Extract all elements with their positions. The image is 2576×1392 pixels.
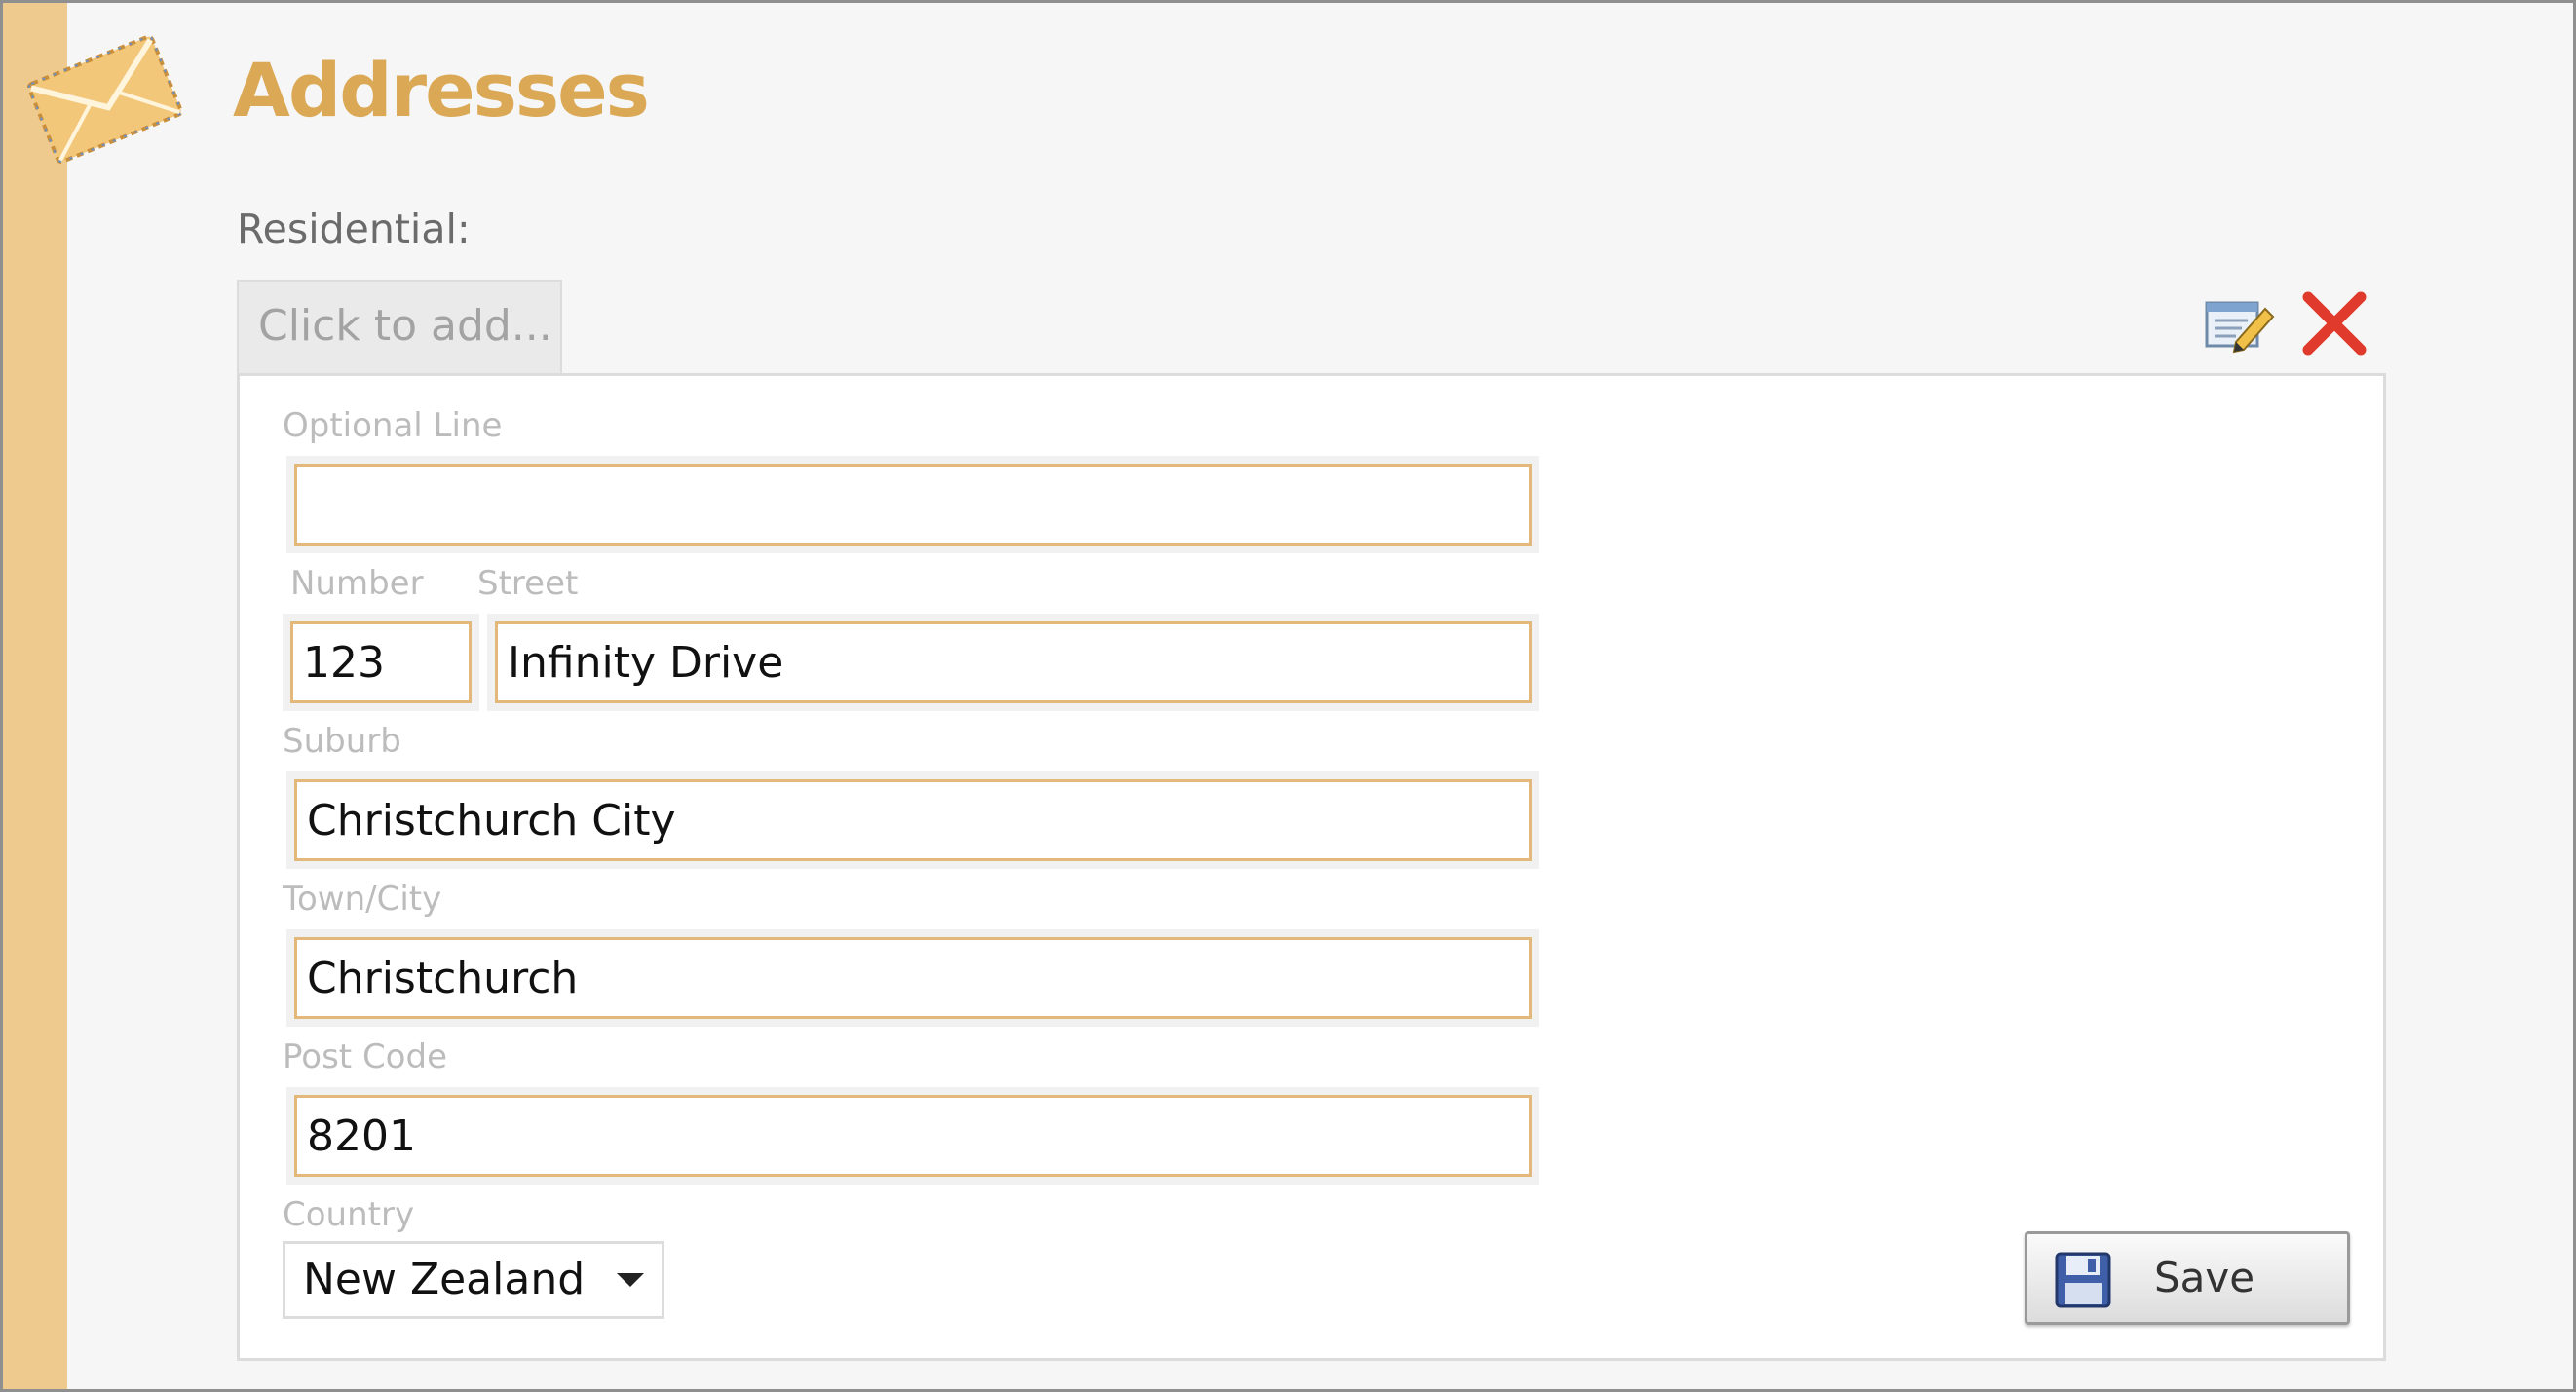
optional-line-field-wrap <box>286 456 1539 553</box>
number-label: Number <box>290 564 424 603</box>
number-input[interactable] <box>290 621 472 703</box>
envelope-icon <box>26 34 183 164</box>
country-label: Country <box>283 1195 415 1234</box>
save-label: Save <box>2154 1254 2255 1301</box>
street-field-wrap <box>487 614 1539 711</box>
street-input[interactable] <box>495 621 1532 703</box>
town-city-input[interactable] <box>294 937 1532 1019</box>
click-to-add-tab[interactable]: Click to add... <box>237 280 562 373</box>
address-form-panel: Optional Line Number Street Suburb Town/… <box>237 373 2386 1361</box>
left-accent-stripe <box>3 3 67 1389</box>
edit-icon[interactable] <box>2203 291 2277 359</box>
delete-icon[interactable] <box>2298 287 2370 359</box>
number-field-wrap <box>283 614 479 711</box>
floppy-disk-icon <box>2055 1252 2111 1308</box>
country-select[interactable]: New Zealand <box>283 1241 664 1319</box>
town-city-field-wrap <box>286 929 1539 1027</box>
optional-line-input[interactable] <box>294 464 1532 546</box>
suburb-label: Suburb <box>283 722 401 761</box>
save-button[interactable]: Save <box>2025 1231 2350 1325</box>
post-code-label: Post Code <box>283 1037 447 1076</box>
town-city-label: Town/City <box>283 880 442 919</box>
optional-line-label: Optional Line <box>283 406 503 445</box>
dropdown-arrow-icon[interactable] <box>617 1273 644 1287</box>
residential-label: Residential: <box>237 206 471 252</box>
suburb-field-wrap <box>286 771 1539 869</box>
post-code-field-wrap <box>286 1087 1539 1185</box>
post-code-input[interactable] <box>294 1095 1532 1177</box>
addresses-window: Addresses Residential: Click to add... O… <box>0 0 2576 1392</box>
street-label: Street <box>477 564 579 603</box>
page-title: Addresses <box>233 47 650 133</box>
suburb-input[interactable] <box>294 779 1532 861</box>
country-value: New Zealand <box>303 1255 586 1304</box>
